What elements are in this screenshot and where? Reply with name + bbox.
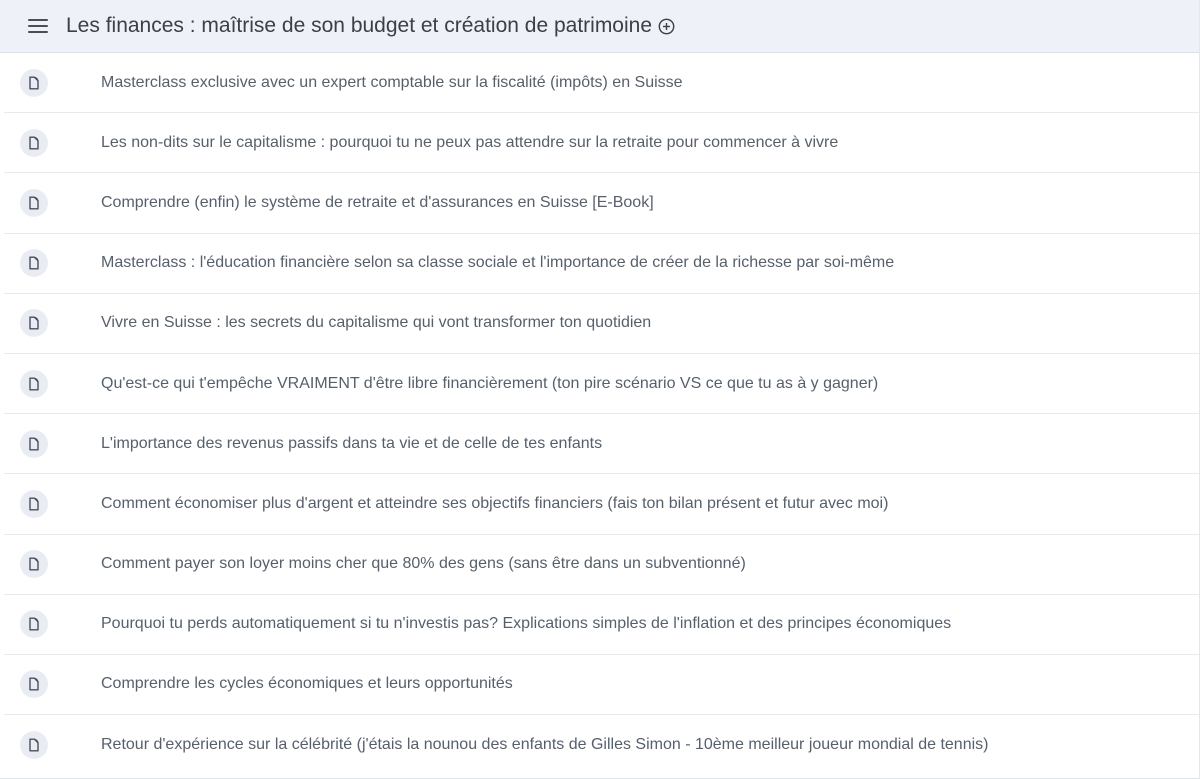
lesson-title: Vivre en Suisse : les secrets du capital… bbox=[101, 314, 652, 332]
document-icon bbox=[20, 670, 48, 699]
lesson-row[interactable]: Vivre en Suisse : les secrets du capital… bbox=[4, 294, 1199, 354]
lesson-title: Les non-dits sur le capitalisme : pourqu… bbox=[101, 133, 839, 151]
document-icon bbox=[20, 68, 48, 97]
lesson-title: Masterclass : l'éducation financière sel… bbox=[101, 254, 895, 272]
section-title: Les finances : maîtrise de son budget et… bbox=[66, 14, 653, 37]
lesson-title: Comprendre les cycles économiques et leu… bbox=[101, 675, 513, 693]
document-icon bbox=[20, 489, 48, 518]
lesson-row[interactable]: Pourquoi tu perds automatiquement si tu … bbox=[4, 595, 1199, 655]
lesson-title: Comment payer son loyer moins cher que 8… bbox=[101, 555, 746, 573]
section-header[interactable]: Les finances : maîtrise de son budget et… bbox=[0, 0, 1199, 53]
lesson-title: Qu'est-ce qui t'empêche VRAIMENT d'être … bbox=[101, 374, 879, 392]
document-icon bbox=[20, 249, 48, 278]
document-icon bbox=[20, 429, 48, 458]
lesson-row[interactable]: Comment payer son loyer moins cher que 8… bbox=[4, 535, 1199, 595]
lesson-list: Masterclass exclusive avec un expert com… bbox=[0, 53, 1199, 775]
lesson-row[interactable]: Comprendre les cycles économiques et leu… bbox=[4, 655, 1199, 716]
lesson-title: Comment économiser plus d'argent et atte… bbox=[101, 494, 889, 512]
lesson-row[interactable]: Qu'est-ce qui t'empêche VRAIMENT d'être … bbox=[4, 354, 1199, 415]
document-icon bbox=[20, 550, 48, 579]
lesson-row[interactable]: Masterclass exclusive avec un expert com… bbox=[4, 53, 1199, 114]
document-icon bbox=[20, 128, 48, 157]
hamburger-menu-icon[interactable] bbox=[28, 19, 48, 33]
document-icon bbox=[20, 731, 48, 760]
lesson-row[interactable]: Masterclass : l'éducation financière sel… bbox=[4, 234, 1199, 294]
document-icon bbox=[20, 369, 48, 398]
document-icon bbox=[20, 309, 48, 338]
lesson-title: Retour d'expérience sur la célébrité (j'… bbox=[101, 736, 989, 754]
lesson-title: Masterclass exclusive avec un expert com… bbox=[101, 73, 683, 91]
lesson-title: L'importance des revenus passifs dans ta… bbox=[101, 434, 603, 452]
lesson-row[interactable]: Retour d'expérience sur la célébrité (j'… bbox=[4, 715, 1199, 775]
lesson-title: Comprendre (enfin) le système de retrait… bbox=[101, 193, 654, 211]
document-icon bbox=[20, 610, 48, 639]
document-icon bbox=[20, 188, 48, 217]
course-section: Les finances : maîtrise de son budget et… bbox=[0, 0, 1200, 779]
lesson-row[interactable]: Comment économiser plus d'argent et atte… bbox=[4, 474, 1199, 535]
lesson-row[interactable]: L'importance des revenus passifs dans ta… bbox=[4, 414, 1199, 475]
plus-circle-icon[interactable] bbox=[658, 18, 675, 35]
lesson-row[interactable]: Les non-dits sur le capitalisme : pourqu… bbox=[4, 113, 1199, 174]
lesson-title: Pourquoi tu perds automatiquement si tu … bbox=[101, 615, 952, 633]
lesson-row[interactable]: Comprendre (enfin) le système de retrait… bbox=[4, 173, 1199, 234]
